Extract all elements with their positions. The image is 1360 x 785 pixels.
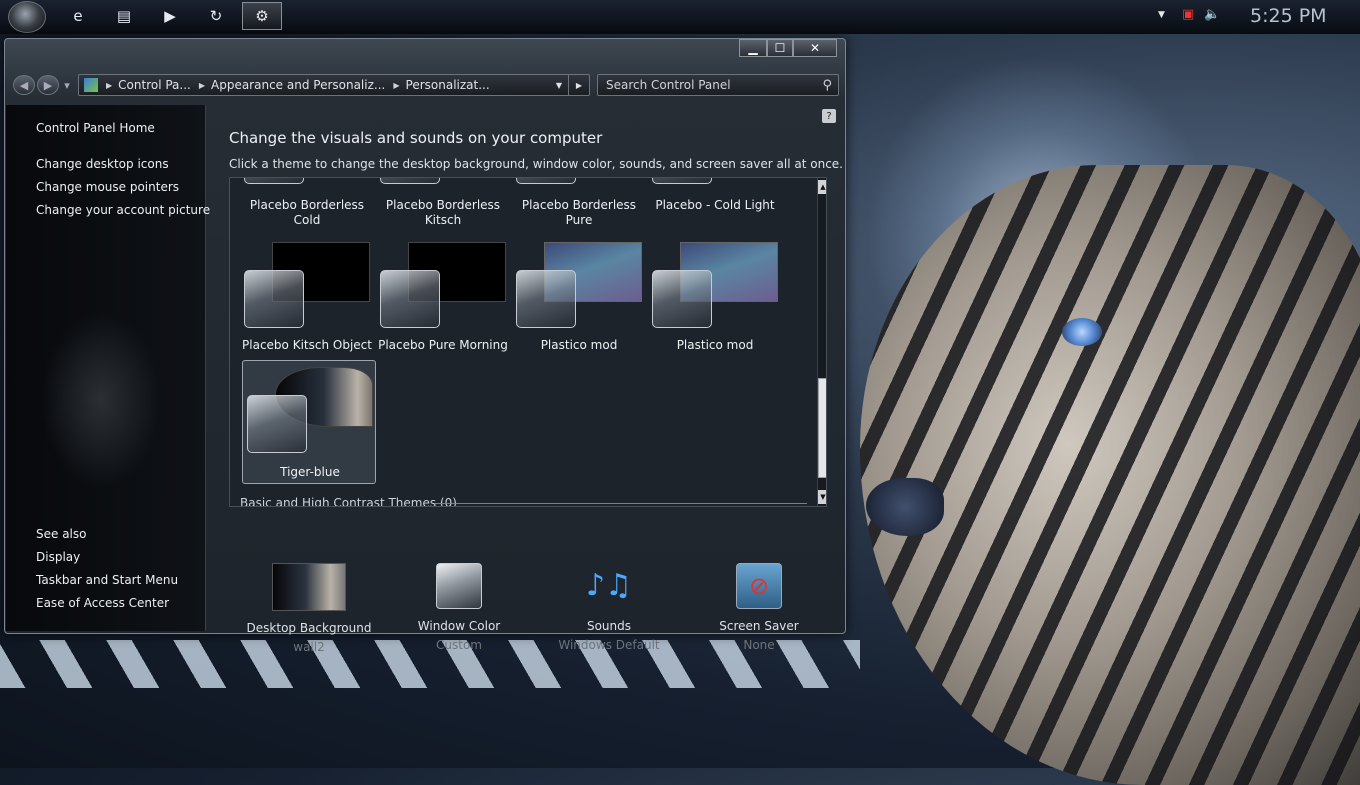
taskbar-start-menu-link[interactable]: Taskbar and Start Menu [36,573,178,587]
theme-label: Plastico mod [676,338,754,352]
quick-setting-label: Window Color [417,619,501,633]
see-also-heading: See also [36,527,87,541]
folder-icon[interactable]: ▤ [104,2,144,30]
theme-glass-swatch [244,178,304,184]
sounds-icon: ♪♫ [585,568,633,603]
wallpaper-tiger-nose [866,478,944,536]
page-description: Click a theme to change the desktop back… [229,157,843,171]
forward-button[interactable]: ▶ [37,75,59,95]
theme-item[interactable]: Placebo Kitsch Object [240,236,374,360]
search-input[interactable]: Search Control Panel ⚲ [597,74,839,96]
close-button[interactable]: ✕ [793,39,837,57]
refresh-icon[interactable]: ↻ [196,2,236,30]
theme-glass-swatch [516,178,576,184]
theme-label: Placebo Borderless Cold [249,198,365,227]
minimize-button[interactable]: ▁ [739,39,767,57]
quick-setting-label: Screen Saver [719,619,799,633]
volume-icon[interactable]: 🔈 [1204,7,1220,22]
change-mouse-pointers-link[interactable]: Change mouse pointers [36,180,179,194]
screen-saver-setting[interactable]: ⊘ Screen Saver None [684,563,834,652]
theme-glass-swatch [380,270,440,328]
address-dropdown-icon[interactable]: ▼ [556,81,562,90]
media-play-icon[interactable]: ▶ [150,2,190,30]
theme-label: Placebo Pure Morning [378,338,508,352]
theme-glass-swatch [247,395,307,453]
theme-glass-swatch [652,270,712,328]
theme-list-scrollbar[interactable]: ▲ ▼ [817,178,826,506]
theme-label: Plastico mod [540,338,618,352]
screen-saver-icon: ⊘ [736,563,782,609]
section-divider [435,503,807,504]
control-panel-home-link[interactable]: Control Panel Home [36,121,155,135]
sounds-setting[interactable]: ♪♫ Sounds Windows Default [534,563,684,652]
quick-setting-value: None [743,638,775,652]
theme-label: Placebo - Cold Light [655,198,775,212]
gear-icon[interactable]: ⚙ [242,2,282,30]
quick-setting-label: Sounds [586,619,632,633]
change-desktop-icons-link[interactable]: Change desktop icons [36,157,169,171]
wallpaper-tiger [860,165,1360,785]
theme-glass-swatch [516,270,576,328]
section-heading-basic: Basic and High Contrast Themes (0) [240,496,457,507]
theme-item-selected[interactable]: Tiger-blue [242,360,376,484]
search-placeholder: Search Control Panel [606,78,731,92]
breadcrumb-control-panel[interactable]: Control Pa... [118,78,191,92]
scroll-up-button[interactable]: ▲ [818,180,826,194]
theme-glass-swatch [244,270,304,328]
desktop-background-icon [272,563,346,611]
breadcrumb-separator[interactable]: ▶ [199,81,205,90]
internet-explorer-icon[interactable]: e [58,2,98,30]
taskbar: e ▤ ▶ ↻ ⚙ ▼ ▣ 🔈 5:25 PM [0,0,1360,34]
breadcrumb-personalization[interactable]: Personalizat... [406,78,490,92]
breadcrumb-separator[interactable]: ▶ [393,81,399,90]
change-account-picture-link[interactable]: Change your account picture [36,203,210,217]
theme-item[interactable]: Placebo Pure Morning [376,236,510,360]
desktop-background-setting[interactable]: Desktop Background wall2 [234,563,384,654]
breadcrumb-separator[interactable]: ▶ [106,81,112,90]
theme-label: Placebo Borderless Kitsch [385,198,501,227]
page-title: Change the visuals and sounds on your co… [229,129,603,147]
theme-glass-swatch [652,178,712,184]
start-button[interactable] [8,1,46,33]
quick-setting-label: Desktop Background [246,621,372,635]
window-color-setting[interactable]: Window Color Custom [384,563,534,652]
wallpaper-tiger-eye [1062,318,1102,346]
scroll-down-button[interactable]: ▼ [818,490,826,504]
dragon-emblem [36,305,166,495]
display-link[interactable]: Display [36,550,80,564]
theme-item[interactable]: Plastico mod [512,236,646,360]
window-color-icon [436,563,482,609]
left-navigation: Control Panel Home Change desktop icons … [6,105,210,631]
quick-setting-value: Windows Default [558,638,660,652]
quick-setting-value: wall2 [293,640,325,654]
quick-setting-value: Custom [436,638,482,652]
back-button[interactable]: ◀ [13,75,35,95]
network-icon[interactable]: ▣ [1182,7,1194,22]
personalization-window: ▁ ☐ ✕ ◀ ▶ ▾ ▶ Control Pa... ▶ Appearance… [4,38,846,654]
theme-glass-swatch [380,178,440,184]
theme-list[interactable]: Placebo Borderless Cold Placebo Borderle… [229,177,827,507]
tray-expand-icon[interactable]: ▼ [1158,10,1165,20]
address-row: ◀ ▶ ▾ ▶ Control Pa... ▶ Appearance and P… [5,73,845,97]
clock[interactable]: 5:25 PM [1250,5,1327,27]
search-icon[interactable]: ⚲ [822,78,832,93]
breadcrumb-appearance[interactable]: Appearance and Personaliz... [211,78,385,92]
main-content: Change the visuals and sounds on your co… [206,105,843,654]
ease-of-access-link[interactable]: Ease of Access Center [36,596,169,610]
recent-pages-button[interactable]: ▾ [61,75,73,95]
theme-label: Tiger-blue [280,465,340,479]
scroll-thumb[interactable] [818,378,826,478]
control-panel-icon [84,78,98,92]
theme-label: Placebo Kitsch Object [242,338,372,352]
address-bar[interactable]: ▶ Control Pa... ▶ Appearance and Persona… [78,74,590,96]
refresh-address-button[interactable]: ▶ [568,75,589,95]
window-controls: ▁ ☐ ✕ [739,39,837,57]
maximize-button[interactable]: ☐ [767,39,793,57]
theme-label: Placebo Borderless Pure [521,198,637,227]
theme-item[interactable]: Plastico mod [648,236,782,360]
